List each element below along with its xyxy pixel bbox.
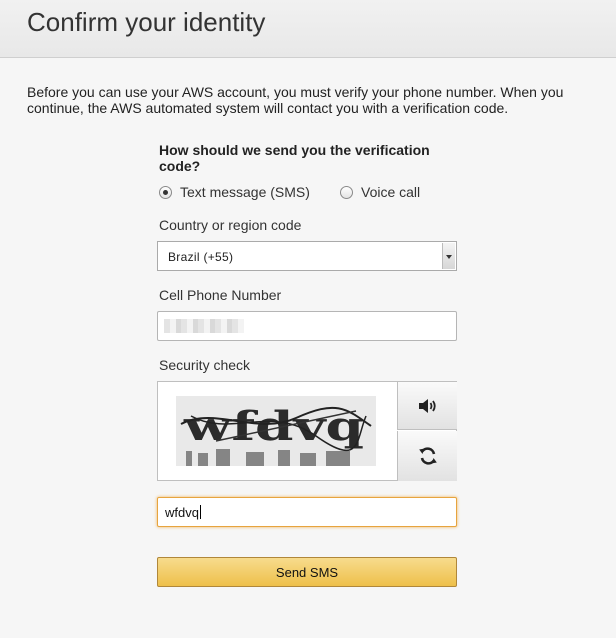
speaker-icon — [418, 398, 436, 413]
captcha-box: wfdvq — [157, 381, 457, 481]
radio-voice-option[interactable]: Voice call — [340, 183, 420, 201]
chevron-down-icon[interactable] — [442, 243, 455, 269]
country-select-value: Brazil (+55) — [168, 250, 234, 264]
text-caret — [199, 505, 201, 519]
country-select[interactable]: Brazil (+55) — [157, 241, 457, 271]
intro-text: Before you can use your AWS account, you… — [27, 84, 564, 116]
radio-voice-label: Voice call — [361, 184, 421, 200]
send-sms-label: Send SMS — [275, 564, 339, 580]
captcha-answer-value: wfdvq — [165, 505, 199, 520]
captcha-audio-button[interactable] — [397, 382, 457, 430]
page-title: Confirm your identity — [27, 7, 266, 37]
captcha-refresh-button[interactable] — [397, 431, 457, 481]
phone-label: Cell Phone Number — [159, 287, 282, 303]
captcha-answer-input[interactable]: wfdvq — [157, 497, 457, 527]
send-sms-button[interactable]: Send SMS — [157, 557, 457, 587]
method-question: How should we send you the verification … — [159, 142, 430, 174]
svg-text:wfdvq: wfdvq — [183, 403, 364, 450]
radio-sms[interactable] — [159, 185, 172, 199]
radio-sms-label: Text message (SMS) — [180, 184, 310, 200]
phone-value-obscured — [164, 319, 244, 333]
page-header: Confirm your identity — [0, 0, 616, 58]
refresh-icon — [418, 447, 437, 465]
radio-voice[interactable] — [340, 185, 353, 199]
captcha-image: wfdvq — [176, 396, 376, 466]
phone-input[interactable] — [157, 311, 457, 341]
security-label: Security check — [159, 357, 251, 373]
country-label: Country or region code — [159, 217, 302, 233]
radio-sms-option[interactable]: Text message (SMS) — [159, 183, 310, 201]
